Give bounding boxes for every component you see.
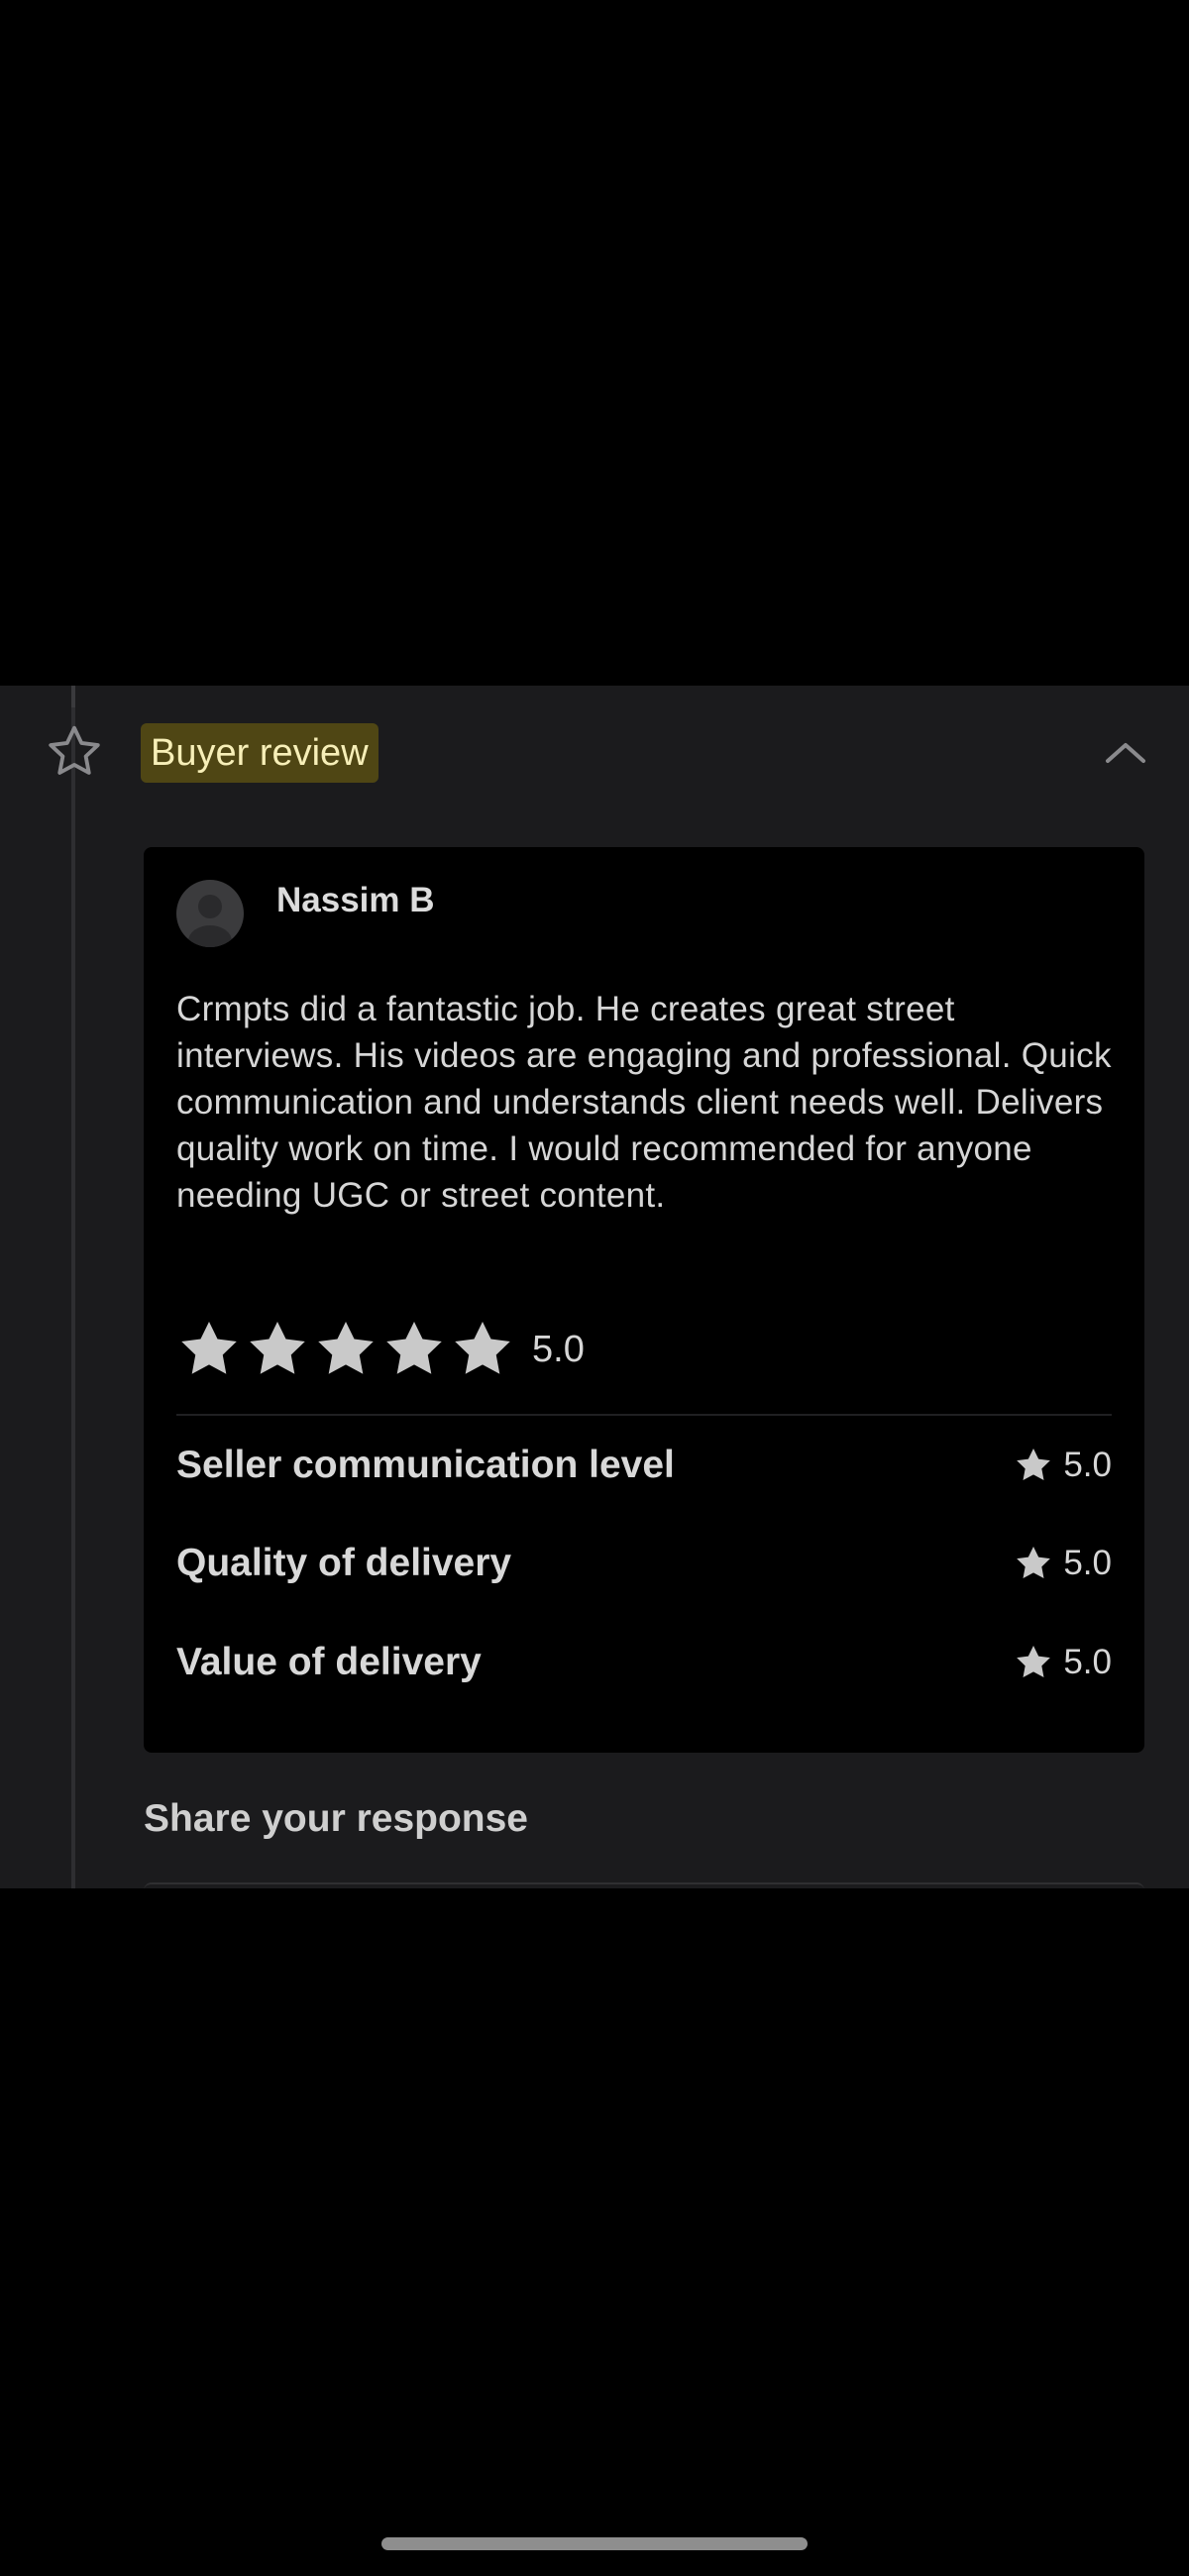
chevron-up-icon[interactable] — [1098, 729, 1153, 777]
reviewer-name: Nassim B — [276, 881, 435, 919]
home-indicator[interactable] — [381, 2537, 808, 2550]
user-avatar-icon — [176, 880, 244, 947]
star-icon — [250, 1321, 305, 1374]
star-icon — [318, 1321, 374, 1374]
metric-value: 5.0 — [1063, 1544, 1112, 1582]
star-icon — [455, 1321, 510, 1374]
timeline-connector — [71, 686, 75, 707]
star-icon — [1017, 1449, 1051, 1480]
metric-label: Seller communication level — [176, 1444, 675, 1486]
review-text: Crmpts did a fantastic job. He creates g… — [176, 990, 1112, 1215]
metric-value: 5.0 — [1063, 1446, 1112, 1484]
overall-rating: 5.0 — [532, 1328, 585, 1370]
star-icon — [1017, 1646, 1051, 1677]
metric-value-of-delivery: Value of delivery 5.0 — [176, 1633, 1112, 1692]
star-outline-icon — [44, 721, 105, 783]
metric-quality-of-delivery: Quality of delivery 5.0 — [176, 1534, 1112, 1593]
star-icon — [1017, 1547, 1051, 1578]
review-card: Nassim B Crmpts did a fantastic job. He … — [144, 847, 1144, 1753]
metric-label: Value of delivery — [176, 1641, 482, 1683]
divider — [176, 1414, 1112, 1416]
metric-seller-communication: Seller communication level 5.0 — [176, 1436, 1112, 1495]
share-response-heading: Share your response — [144, 1797, 528, 1840]
buyer-review-panel: Buyer review Nassim B Crmpts did a fanta… — [0, 686, 1189, 1888]
metric-label: Quality of delivery — [176, 1542, 512, 1584]
star-icon — [181, 1321, 237, 1374]
rating-stars: 5.0 — [176, 1313, 585, 1386]
response-input[interactable] — [144, 1882, 1144, 1888]
timeline-line — [71, 686, 75, 1888]
metric-value: 5.0 — [1063, 1643, 1112, 1681]
section-title-badge: Buyer review — [141, 723, 378, 783]
star-icon — [386, 1321, 442, 1374]
